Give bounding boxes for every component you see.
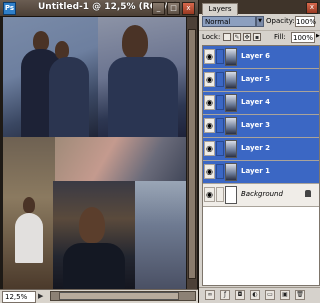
photo-two-men: [3, 17, 103, 139]
lock-position-icon[interactable]: ✥: [243, 33, 251, 41]
link-icon[interactable]: [216, 187, 224, 202]
eye-icon[interactable]: ◉: [204, 72, 215, 87]
close-button[interactable]: x: [182, 2, 195, 15]
link-icon[interactable]: [216, 164, 224, 179]
new-layer-icon[interactable]: ▣: [280, 290, 290, 300]
layer-style-icon[interactable]: ƒ: [220, 290, 230, 300]
new-group-icon[interactable]: ▭: [265, 290, 275, 300]
fill-label: Fill:: [274, 33, 286, 41]
horizontal-scrollbar[interactable]: [50, 291, 196, 301]
layers-list: ◉ Layer 6 ◉ Layer 5 ◉ Layer 4 ◉ Layer 3 …: [202, 45, 320, 286]
layer-row[interactable]: ◉ Layer 2: [203, 138, 319, 161]
opacity-field[interactable]: 100%: [295, 16, 316, 27]
vertical-scrollbar[interactable]: [187, 17, 197, 289]
eye-icon[interactable]: ◉: [204, 187, 215, 202]
panel-close-button[interactable]: x: [306, 2, 318, 14]
layer-thumbnail: [225, 140, 237, 158]
layer-row[interactable]: ◉ Layer 3: [203, 115, 319, 138]
shirt-shape: [49, 57, 89, 139]
layers-toolbar: ∞ ƒ ◘ ◐ ▭ ▣ 🗑: [199, 287, 320, 303]
minimize-button[interactable]: _: [152, 2, 165, 15]
layer-name: Layer 4: [241, 98, 271, 106]
layer-row[interactable]: ◉ Layer 5: [203, 69, 319, 92]
layer-name: Layer 5: [241, 75, 271, 83]
photoshop-doc-icon: Ps: [3, 2, 16, 15]
layer-name: Layer 2: [241, 144, 271, 152]
layer-name: Layer 3: [241, 121, 271, 129]
document-window: Ps Untitled-1 @ 12,5% (RGB/8) _ □ x 12,5…: [0, 0, 198, 303]
link-icon[interactable]: [216, 118, 224, 133]
blend-row: Normal ▼ Opacity: 100% ▶: [199, 15, 320, 39]
link-icon[interactable]: [216, 49, 224, 64]
layer-row[interactable]: ◉ Layer 6: [203, 46, 319, 69]
adjustment-layer-icon[interactable]: ◐: [250, 290, 260, 300]
link-icon[interactable]: [216, 95, 224, 110]
lock-row: Lock: ✎ ✥ ▪ Fill: 100%: [199, 30, 320, 44]
layers-panel: Layers x Normal ▼ Opacity: 100% ▶ Lock: …: [198, 0, 320, 303]
layer-name: Background: [241, 190, 283, 198]
layer-row[interactable]: ◉ Layer 1: [203, 161, 319, 184]
zoom-field[interactable]: 12,5%: [2, 291, 36, 303]
photo-man-closeup: [53, 181, 137, 289]
fill-field[interactable]: 100%: [291, 32, 315, 43]
tab-layers[interactable]: Layers: [202, 3, 238, 15]
shirt-shape: [63, 243, 125, 289]
lock-pixels-icon[interactable]: ✎: [233, 33, 241, 41]
face-shape: [122, 25, 148, 59]
link-icon[interactable]: [216, 72, 224, 87]
photo-blended-strip: [53, 137, 186, 185]
face-shape: [79, 207, 105, 243]
chevron-down-icon[interactable]: ▼: [256, 16, 264, 27]
lock-all-icon[interactable]: ▪: [253, 33, 261, 41]
panel-header: Layers x: [199, 0, 320, 15]
layer-thumbnail: [225, 117, 237, 135]
opacity-label: Opacity:: [266, 17, 295, 25]
trash-icon[interactable]: 🗑: [295, 290, 305, 300]
horizontal-scroll-thumb[interactable]: [59, 292, 179, 300]
eye-icon[interactable]: ◉: [204, 49, 215, 64]
layer-name: Layer 6: [241, 52, 271, 60]
status-bar: 12,5% ▶: [0, 289, 198, 303]
layer-thumbnail: [225, 48, 237, 66]
link-icon[interactable]: [216, 141, 224, 156]
link-layers-icon[interactable]: ∞: [205, 290, 215, 300]
layer-row-background[interactable]: ◉ Background: [203, 184, 319, 207]
layer-row[interactable]: ◉ Layer 4: [203, 92, 319, 115]
lock-icon: [305, 190, 311, 197]
status-menu-arrow-icon[interactable]: ▶: [38, 291, 47, 301]
lock-label: Lock:: [202, 33, 221, 41]
eye-icon[interactable]: ◉: [204, 141, 215, 156]
blend-mode-select[interactable]: Normal: [202, 16, 256, 27]
image-canvas[interactable]: [3, 17, 186, 289]
lock-transparency-icon[interactable]: [223, 33, 231, 41]
layer-thumbnail: [225, 163, 237, 181]
layer-thumbnail: [225, 71, 237, 89]
face-shape: [33, 31, 49, 51]
shirt-shape: [108, 57, 178, 139]
window-controls: _ □ x: [152, 2, 195, 15]
vertical-scroll-thumb[interactable]: [188, 29, 196, 279]
document-titlebar[interactable]: Ps Untitled-1 @ 12,5% (RGB/8) _ □ x: [0, 0, 198, 17]
eye-icon[interactable]: ◉: [204, 164, 215, 179]
eye-icon[interactable]: ◉: [204, 95, 215, 110]
photo-man-sitting: [3, 137, 55, 289]
layer-thumbnail: [225, 186, 237, 204]
maximize-button[interactable]: □: [167, 2, 180, 15]
shirt-shape: [15, 213, 43, 263]
eye-icon[interactable]: ◉: [204, 118, 215, 133]
layer-thumbnail: [225, 94, 237, 112]
face-shape: [23, 197, 35, 213]
layer-mask-icon[interactable]: ◘: [235, 290, 245, 300]
photo-room: [135, 181, 186, 289]
photo-man-portrait: [98, 17, 186, 139]
layer-name: Layer 1: [241, 167, 271, 175]
